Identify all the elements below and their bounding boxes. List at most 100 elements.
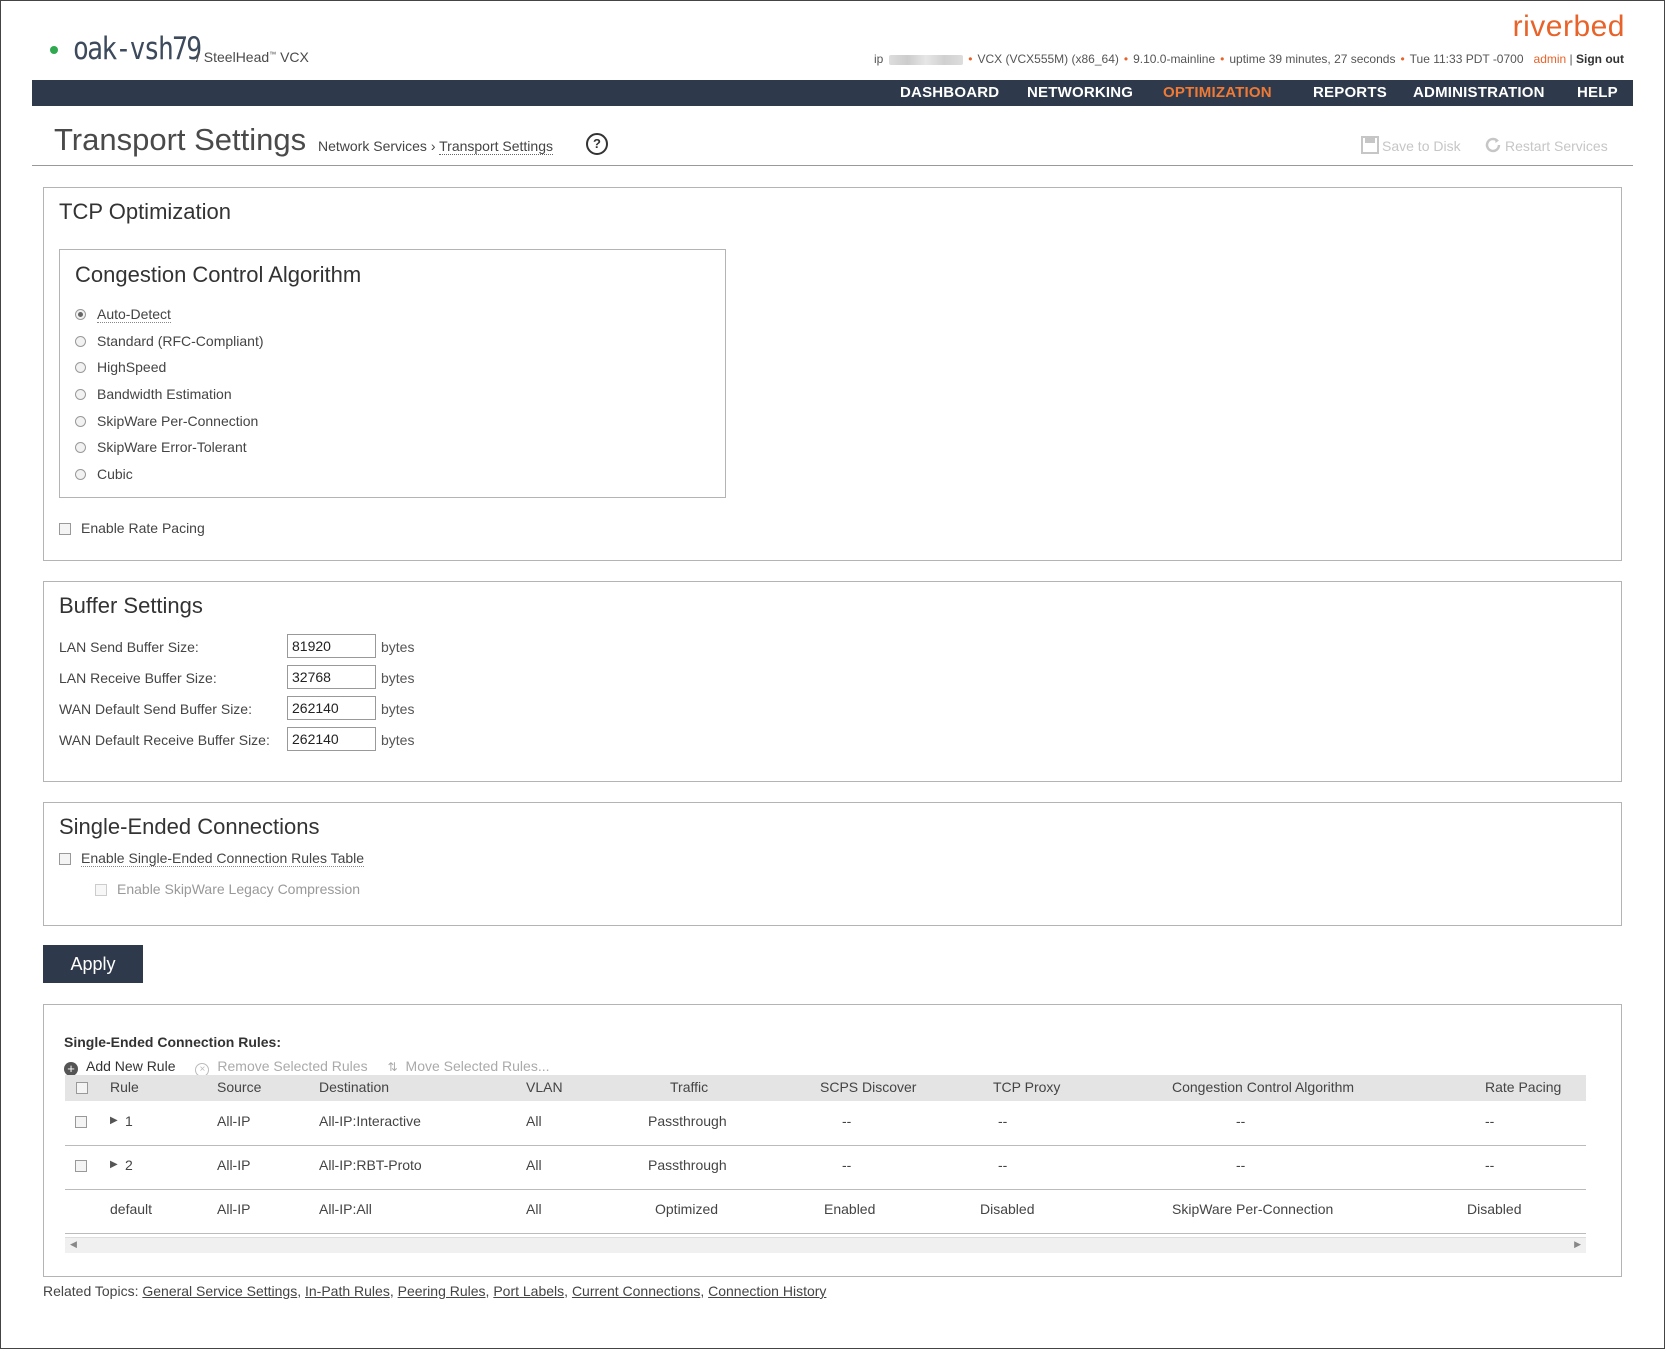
- buffer-settings-panel: Buffer Settings LAN Send Buffer Size: by…: [43, 581, 1622, 782]
- wan-receive-buffer-label: WAN Default Receive Buffer Size:: [59, 732, 270, 748]
- related-topics-label: Related Topics:: [43, 1283, 139, 1299]
- breadcrumb: Network Services › Transport Settings: [318, 138, 553, 155]
- title-divider: [32, 165, 1633, 166]
- save-to-disk-button[interactable]: Save to Disk: [1361, 136, 1461, 154]
- riverbed-logo: riverbed: [1512, 10, 1625, 43]
- col-congestion-control[interactable]: Congestion Control Algorithm: [1172, 1079, 1354, 1095]
- wan-receive-buffer-input[interactable]: [287, 727, 376, 751]
- breadcrumb-parent[interactable]: Network Services: [318, 138, 427, 154]
- radio-button[interactable]: [75, 336, 86, 347]
- cell-source: All-IP: [217, 1201, 251, 1217]
- table-row[interactable]: ▶ 2 All-IP All-IP:RBT-Proto All Passthro…: [65, 1145, 1586, 1190]
- remove-rules-label: Remove Selected Rules: [217, 1058, 368, 1074]
- cell-scps: --: [842, 1157, 852, 1173]
- col-destination[interactable]: Destination: [319, 1079, 389, 1095]
- product-suffix: VCX: [280, 49, 309, 65]
- cell-pacing: --: [1485, 1113, 1495, 1129]
- lan-send-buffer-label: LAN Send Buffer Size:: [59, 639, 199, 655]
- save-icon: [1361, 136, 1379, 154]
- radio-label: Cubic: [97, 466, 133, 482]
- expand-arrow-icon[interactable]: ▶: [110, 1159, 118, 1170]
- cell-proxy: --: [998, 1157, 1008, 1173]
- hostname: oak-vsh79: [73, 31, 202, 67]
- lan-receive-buffer-input[interactable]: [287, 665, 376, 689]
- tcp-optimization-title: TCP Optimization: [59, 199, 231, 224]
- radio-button[interactable]: [75, 442, 86, 453]
- radio-button[interactable]: [75, 362, 86, 373]
- col-rule[interactable]: Rule: [110, 1079, 139, 1095]
- ip-redacted: [889, 54, 964, 65]
- breadcrumb-current[interactable]: Transport Settings: [439, 138, 553, 155]
- radio-button[interactable]: [75, 416, 86, 427]
- apply-button[interactable]: Apply: [43, 945, 143, 983]
- link-peering-rules[interactable]: Peering Rules: [398, 1283, 486, 1299]
- cell-destination: All-IP:All: [319, 1201, 372, 1217]
- move-rules-button[interactable]: ⇅ Move Selected Rules...: [387, 1058, 557, 1074]
- lan-receive-buffer-label: LAN Receive Buffer Size:: [59, 670, 217, 686]
- nav-optimization[interactable]: OPTIMIZATION: [1163, 84, 1272, 101]
- radio-button[interactable]: [75, 309, 86, 320]
- checkbox[interactable]: [59, 853, 71, 865]
- main-nav: DASHBOARD NETWORKING OPTIMIZATION REPORT…: [32, 80, 1633, 106]
- nav-dashboard[interactable]: DASHBOARD: [900, 84, 999, 101]
- page-title: Transport Settings: [54, 122, 307, 157]
- model-info: VCX (VCX555M) (x86_64): [977, 52, 1119, 66]
- col-scps-discover[interactable]: SCPS Discover: [820, 1079, 916, 1095]
- add-rule-button[interactable]: + Add New Rule: [64, 1058, 184, 1076]
- cell-vlan: All: [526, 1201, 542, 1217]
- save-to-disk-label: Save to Disk: [1382, 138, 1461, 154]
- link-general-service-settings[interactable]: General Service Settings: [142, 1283, 297, 1299]
- col-traffic[interactable]: Traffic: [670, 1079, 708, 1095]
- help-icon[interactable]: ?: [586, 133, 608, 155]
- cell-proxy: Disabled: [980, 1201, 1035, 1217]
- scroll-right-icon[interactable]: ▶: [1574, 1239, 1581, 1250]
- col-source[interactable]: Source: [217, 1079, 261, 1095]
- row-checkbox[interactable]: [75, 1160, 87, 1172]
- user-link[interactable]: admin: [1534, 52, 1567, 66]
- nav-help[interactable]: HELP: [1577, 84, 1618, 101]
- restart-services-label: Restart Services: [1505, 138, 1608, 154]
- row-checkbox[interactable]: [75, 1116, 87, 1128]
- cell-destination: All-IP:RBT-Proto: [319, 1157, 422, 1173]
- scroll-left-icon[interactable]: ◀: [70, 1239, 77, 1250]
- cell-cca: --: [1236, 1113, 1246, 1129]
- checkbox[interactable]: [95, 884, 107, 896]
- product-name: / SteelHead™ VCX: [196, 49, 309, 65]
- table-header: Rule Source Destination VLAN Traffic SCP…: [65, 1075, 1586, 1101]
- table-row[interactable]: ▶ 1 All-IP All-IP:Interactive All Passth…: [65, 1101, 1586, 1146]
- related-topics: Related Topics: General Service Settings…: [43, 1283, 827, 1299]
- product-prefix: / SteelHead: [196, 49, 270, 65]
- cell-proxy: --: [998, 1113, 1008, 1129]
- breadcrumb-separator-icon: ›: [430, 138, 436, 154]
- buffer-settings-title: Buffer Settings: [59, 593, 203, 618]
- plus-icon: +: [64, 1062, 78, 1076]
- radio-button[interactable]: [75, 389, 86, 400]
- rules-panel: Single-Ended Connection Rules: + Add New …: [43, 1004, 1622, 1277]
- checkbox[interactable]: [59, 523, 71, 535]
- remove-rules-button[interactable]: × Remove Selected Rules: [195, 1058, 375, 1077]
- col-vlan[interactable]: VLAN: [526, 1079, 563, 1095]
- cell-rule: 2: [125, 1157, 133, 1173]
- link-in-path-rules[interactable]: In-Path Rules: [305, 1283, 390, 1299]
- signout-link[interactable]: Sign out: [1576, 52, 1624, 66]
- wan-send-buffer-input[interactable]: [287, 696, 376, 720]
- restart-services-button[interactable]: Restart Services: [1484, 136, 1608, 154]
- status-indicator: [50, 46, 58, 54]
- nav-networking[interactable]: NETWORKING: [1027, 84, 1133, 101]
- lan-send-buffer-input[interactable]: [287, 634, 376, 658]
- unit-label: bytes: [381, 701, 415, 717]
- col-tcp-proxy[interactable]: TCP Proxy: [993, 1079, 1060, 1095]
- col-rate-pacing[interactable]: Rate Pacing: [1485, 1079, 1561, 1095]
- nav-administration[interactable]: ADMINISTRATION: [1413, 84, 1545, 101]
- horizontal-scrollbar[interactable]: ◀ ▶: [65, 1237, 1586, 1253]
- table-row: default All-IP All-IP:All All Optimized …: [65, 1189, 1586, 1234]
- datetime-info: Tue 11:33 PDT -0700: [1409, 52, 1524, 66]
- select-all-checkbox[interactable]: [76, 1082, 88, 1094]
- link-port-labels[interactable]: Port Labels: [493, 1283, 564, 1299]
- expand-arrow-icon[interactable]: ▶: [110, 1115, 118, 1126]
- link-current-connections[interactable]: Current Connections: [572, 1283, 700, 1299]
- radio-label: SkipWare Error-Tolerant: [97, 439, 247, 455]
- radio-button[interactable]: [75, 469, 86, 480]
- link-connection-history[interactable]: Connection History: [708, 1283, 826, 1299]
- nav-reports[interactable]: REPORTS: [1313, 84, 1387, 101]
